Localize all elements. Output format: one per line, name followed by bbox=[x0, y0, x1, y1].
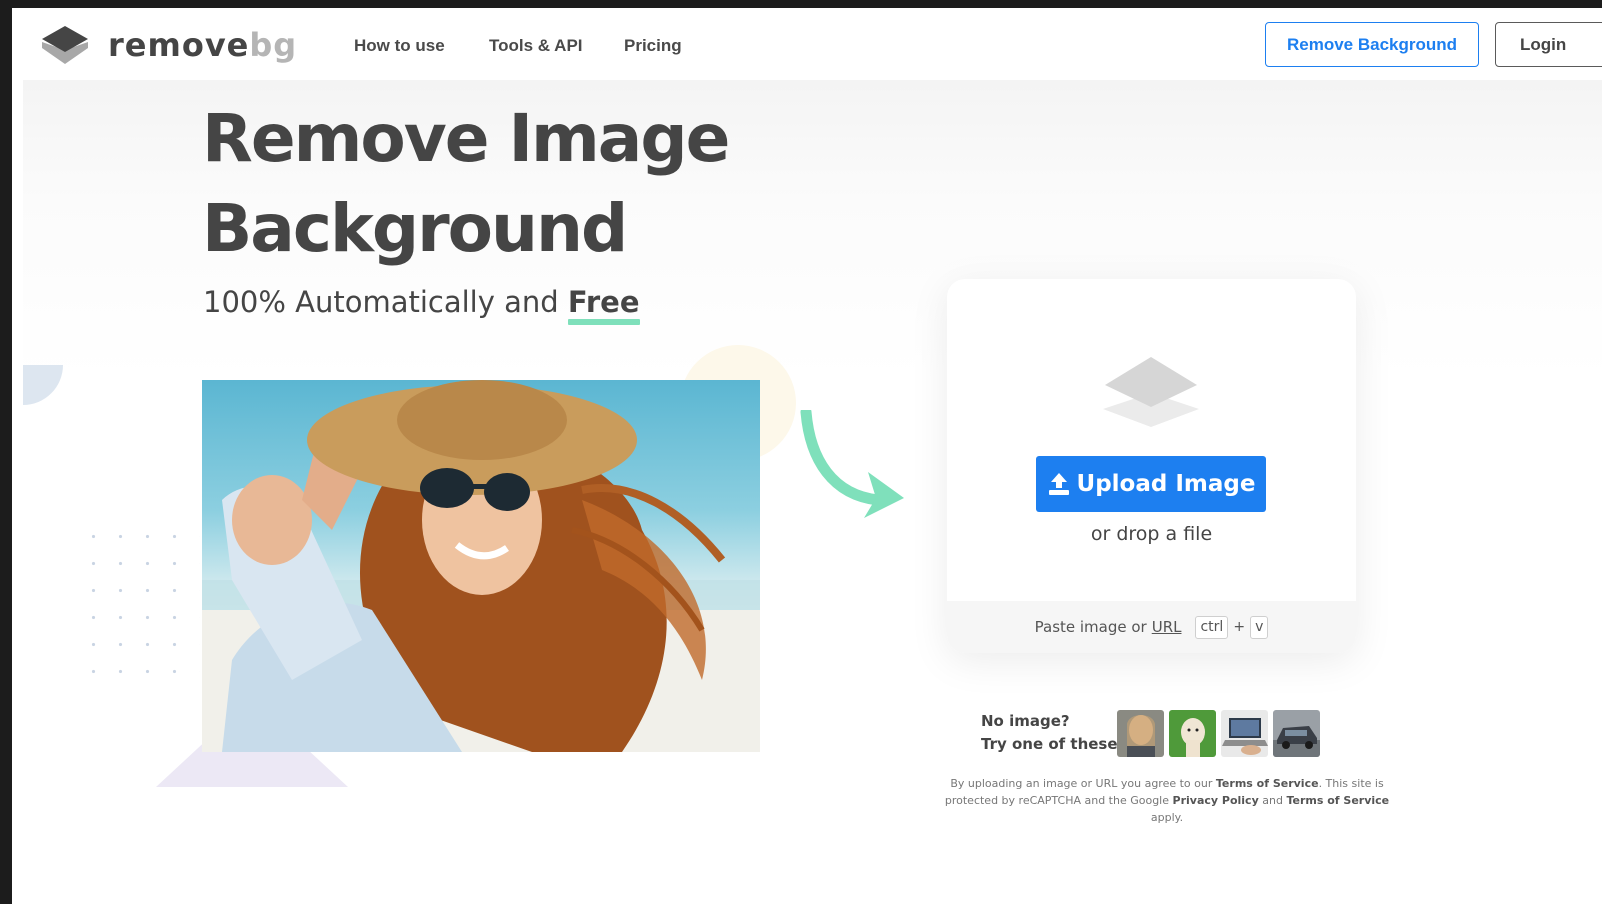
hero-title-line1: Remove Image bbox=[202, 100, 730, 177]
sample-prompt-line1: No image? bbox=[981, 712, 1070, 730]
upload-icon bbox=[1047, 472, 1071, 496]
login-button[interactable]: Login bbox=[1495, 22, 1602, 67]
terms-notice: By uploading an image or URL you agree t… bbox=[932, 775, 1402, 826]
sample-car-thumbnail[interactable] bbox=[1273, 710, 1320, 757]
site-header: removebg How to use Tools & API Pricing … bbox=[12, 8, 1602, 80]
nav-link-tools-api[interactable]: Tools & API bbox=[489, 36, 583, 56]
sample-laptop-thumbnail[interactable] bbox=[1221, 710, 1268, 757]
paste-url-link[interactable]: URL bbox=[1152, 618, 1182, 636]
hero-title: Remove Image Background bbox=[202, 94, 730, 274]
sample-woman-thumbnail[interactable] bbox=[1117, 710, 1164, 757]
subtitle-free: Free bbox=[567, 285, 640, 319]
brand-wordmark: removebg bbox=[108, 26, 297, 64]
terms-of-service-link[interactable]: Terms of Service bbox=[1216, 777, 1319, 790]
nav-item-tools-api[interactable]: Tools & API bbox=[489, 8, 583, 84]
sample-prompt-line2: Try one of these: bbox=[981, 735, 1124, 753]
hero-subtitle: 100% Automatically and Free bbox=[203, 282, 640, 322]
v-key: v bbox=[1250, 615, 1269, 639]
brand-logo[interactable]: removebg bbox=[40, 26, 297, 64]
paste-hint-bar: Paste image or URL ctrl + v bbox=[947, 601, 1356, 653]
sample-alpaca-thumbnail[interactable] bbox=[1169, 710, 1216, 757]
layers-logo-icon bbox=[40, 26, 90, 64]
terms-text-1: By uploading an image or URL you agree t… bbox=[950, 777, 1216, 790]
google-terms-link[interactable]: Terms of Service bbox=[1286, 794, 1389, 807]
browser-window: removebg How to use Tools & API Pricing … bbox=[12, 8, 1602, 904]
nav-link-how-to-use[interactable]: How to use bbox=[354, 36, 445, 56]
upload-image-button[interactable]: Upload Image bbox=[1036, 456, 1266, 512]
sample-prompt: No image? Try one of these: bbox=[981, 710, 1124, 756]
terms-text-3: and bbox=[1258, 794, 1287, 807]
sample-images bbox=[1117, 710, 1320, 757]
upload-card[interactable]: Upload Image or drop a file Paste image … bbox=[947, 279, 1356, 653]
nav-link-pricing[interactable]: Pricing bbox=[624, 36, 682, 56]
brand-name-accent: bg bbox=[249, 26, 298, 64]
plus-sign: + bbox=[1233, 619, 1246, 635]
drop-file-text: or drop a file bbox=[1090, 523, 1213, 545]
hero-example-photo bbox=[202, 380, 760, 752]
nav-item-pricing[interactable]: Pricing bbox=[624, 8, 682, 84]
privacy-policy-link[interactable]: Privacy Policy bbox=[1173, 794, 1259, 807]
layers-icon bbox=[1103, 357, 1199, 433]
subtitle-prefix: 100% Automatically and bbox=[203, 285, 568, 319]
terms-text-4: apply. bbox=[1150, 811, 1184, 824]
hero-title-line2: Background bbox=[202, 190, 628, 267]
curved-arrow-icon bbox=[798, 406, 908, 524]
remove-background-button[interactable]: Remove Background bbox=[1265, 22, 1479, 67]
brand-name-main: remove bbox=[108, 26, 250, 64]
nav-item-how-to-use[interactable]: How to use bbox=[354, 8, 445, 84]
paste-hint-text: Paste image or bbox=[1034, 618, 1147, 636]
ctrl-key: ctrl bbox=[1195, 615, 1229, 639]
decorative-dot-grid bbox=[80, 523, 200, 693]
upload-button-label: Upload Image bbox=[1076, 471, 1256, 497]
